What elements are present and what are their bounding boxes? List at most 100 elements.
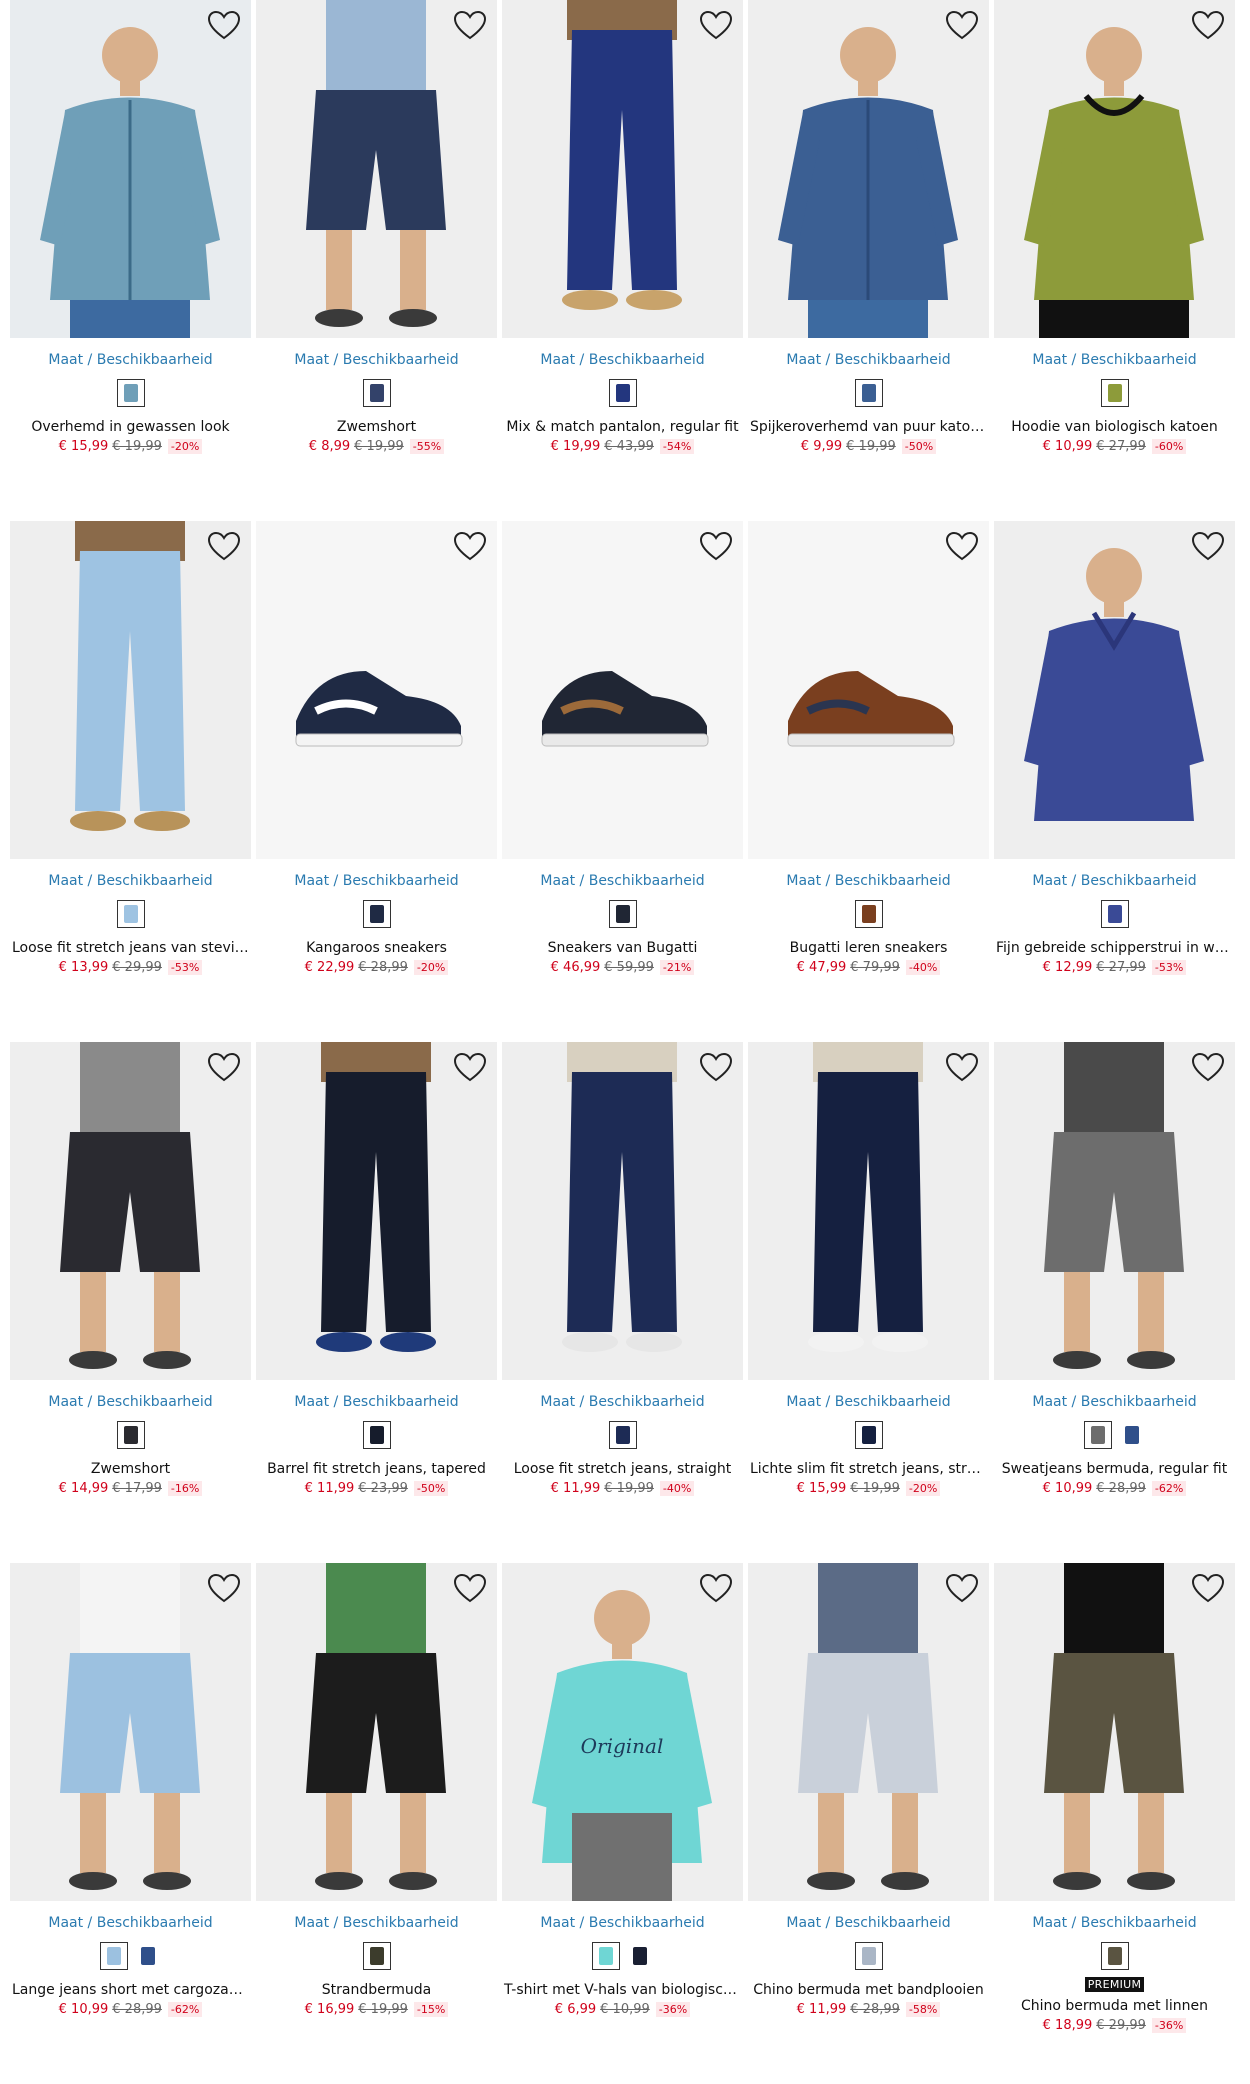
wishlist-heart-icon[interactable] [699,1573,733,1603]
size-availability-link[interactable]: Maat / Beschikbaarheid [10,1914,251,1932]
product-image[interactable] [748,1563,989,1901]
color-swatch[interactable] [608,1421,637,1449]
color-swatch[interactable] [1100,1942,1129,1970]
product-name[interactable]: Hoodie van biologisch katoen [994,418,1235,436]
wishlist-heart-icon[interactable] [453,531,487,561]
size-availability-link[interactable]: Maat / Beschikbaarheid [994,1914,1235,1932]
wishlist-heart-icon[interactable] [453,1573,487,1603]
size-availability-link[interactable]: Maat / Beschikbaarheid [748,872,989,890]
product-image[interactable] [10,0,251,338]
product-image[interactable] [256,521,497,859]
color-swatch[interactable] [1100,379,1129,407]
wishlist-heart-icon[interactable] [1191,1573,1225,1603]
product-card[interactable]: Maat / Beschikbaarheid Overhemd in gewass… [10,0,251,521]
product-image[interactable] [256,1042,497,1380]
product-name[interactable]: Loose fit stretch jeans, straight [502,1460,743,1478]
product-card[interactable]: Maat / Beschikbaarheid Lichte slim fit st… [748,1042,989,1563]
wishlist-heart-icon[interactable] [207,1052,241,1082]
size-availability-link[interactable]: Maat / Beschikbaarheid [502,351,743,369]
size-availability-link[interactable]: Maat / Beschikbaarheid [502,1914,743,1932]
color-swatch[interactable] [362,379,391,407]
product-card[interactable]: Maat / Beschikbaarheid Bugatti leren snea… [748,521,989,1042]
product-name[interactable]: Sweatjeans bermuda, regular fit [994,1460,1235,1478]
product-image[interactable] [256,0,497,338]
size-availability-link[interactable]: Maat / Beschikbaarheid [256,872,497,890]
size-availability-link[interactable]: Maat / Beschikbaarheid [994,351,1235,369]
wishlist-heart-icon[interactable] [207,10,241,40]
product-name[interactable]: Barrel fit stretch jeans, tapered [256,1460,497,1478]
wishlist-heart-icon[interactable] [1191,531,1225,561]
wishlist-heart-icon[interactable] [453,10,487,40]
size-availability-link[interactable]: Maat / Beschikbaarheid [994,872,1235,890]
wishlist-heart-icon[interactable] [207,531,241,561]
color-swatch[interactable] [1118,1421,1146,1449]
product-card[interactable]: Maat / Beschikbaarheid Kangaroos sneakers… [256,521,497,1042]
size-availability-link[interactable]: Maat / Beschikbaarheid [748,351,989,369]
product-name[interactable]: Bugatti leren sneakers [748,939,989,957]
product-image[interactable] [994,521,1235,859]
product-card[interactable]: Maat / Beschikbaarheid Lange jeans short … [10,1563,251,2084]
color-swatch[interactable] [854,900,883,928]
color-swatch[interactable] [626,1942,654,1970]
product-image[interactable]: Original [502,1563,743,1901]
product-card[interactable]: Maat / Beschikbaarheid Fijn gebreide schi… [994,521,1235,1042]
color-swatch[interactable] [1100,900,1129,928]
size-availability-link[interactable]: Maat / Beschikbaarheid [256,1914,497,1932]
product-name[interactable]: Loose fit stretch jeans van stevig d… [10,939,251,957]
size-availability-link[interactable]: Maat / Beschikbaarheid [994,1393,1235,1411]
color-swatch[interactable] [362,1421,391,1449]
color-swatch[interactable] [854,1942,883,1970]
wishlist-heart-icon[interactable] [699,1052,733,1082]
product-name[interactable]: Mix & match pantalon, regular fit [502,418,743,436]
size-availability-link[interactable]: Maat / Beschikbaarheid [10,872,251,890]
product-card[interactable]: Maat / Beschikbaarheid Loose fit stretch … [502,1042,743,1563]
product-card[interactable]: Maat / Beschikbaarheid Mix & match pantal… [502,0,743,521]
wishlist-heart-icon[interactable] [945,10,979,40]
color-swatch[interactable] [116,900,145,928]
color-swatch[interactable] [591,1942,620,1970]
product-image[interactable] [502,1042,743,1380]
product-card[interactable]: Maat / Beschikbaarheid PREMIUM Chino bermu… [994,1563,1235,2084]
product-image[interactable] [502,0,743,338]
size-availability-link[interactable]: Maat / Beschikbaarheid [748,1914,989,1932]
wishlist-heart-icon[interactable] [207,1573,241,1603]
product-image[interactable] [994,1042,1235,1380]
product-name[interactable]: Fijn gebreide schipperstrui in wash… [994,939,1235,957]
product-image[interactable] [10,1563,251,1901]
product-image[interactable] [748,521,989,859]
product-card[interactable]: Maat / Beschikbaarheid Zwemshort € 8,99 € 1… [256,0,497,521]
product-card[interactable]: Maat / Beschikbaarheid Sneakers van Bugat… [502,521,743,1042]
product-card[interactable]: Original Maat / Beschikbaarheid T-shirt me… [502,1563,743,2084]
size-availability-link[interactable]: Maat / Beschikbaarheid [10,351,251,369]
product-card[interactable]: Maat / Beschikbaarheid Zwemshort € 14,99 € … [10,1042,251,1563]
product-name[interactable]: Sneakers van Bugatti [502,939,743,957]
product-card[interactable]: Maat / Beschikbaarheid Loose fit stretch … [10,521,251,1042]
product-card[interactable]: Maat / Beschikbaarheid Strandbermuda € 16,… [256,1563,497,2084]
color-swatch[interactable] [99,1942,128,1970]
color-swatch[interactable] [854,379,883,407]
wishlist-heart-icon[interactable] [945,1052,979,1082]
size-availability-link[interactable]: Maat / Beschikbaarheid [256,351,497,369]
product-name[interactable]: Zwemshort [10,1460,251,1478]
product-image[interactable] [10,1042,251,1380]
product-name[interactable]: Overhemd in gewassen look [10,418,251,436]
product-image[interactable] [256,1563,497,1901]
product-image[interactable] [994,0,1235,338]
product-card[interactable]: Maat / Beschikbaarheid Hoodie van biologi… [994,0,1235,521]
product-name[interactable]: Lichte slim fit stretch jeans, straight [748,1460,989,1478]
wishlist-heart-icon[interactable] [945,531,979,561]
product-name[interactable]: Zwemshort [256,418,497,436]
product-name[interactable]: Lange jeans short met cargozakken… [10,1981,251,1999]
color-swatch[interactable] [854,1421,883,1449]
color-swatch[interactable] [362,900,391,928]
wishlist-heart-icon[interactable] [699,10,733,40]
product-image[interactable] [994,1563,1235,1901]
size-availability-link[interactable]: Maat / Beschikbaarheid [748,1393,989,1411]
product-card[interactable]: Maat / Beschikbaarheid Spijkeroverhemd va… [748,0,989,521]
product-name[interactable]: Strandbermuda [256,1981,497,1999]
size-availability-link[interactable]: Maat / Beschikbaarheid [10,1393,251,1411]
color-swatch[interactable] [116,379,145,407]
color-swatch[interactable] [116,1421,145,1449]
product-image[interactable] [10,521,251,859]
wishlist-heart-icon[interactable] [1191,10,1225,40]
